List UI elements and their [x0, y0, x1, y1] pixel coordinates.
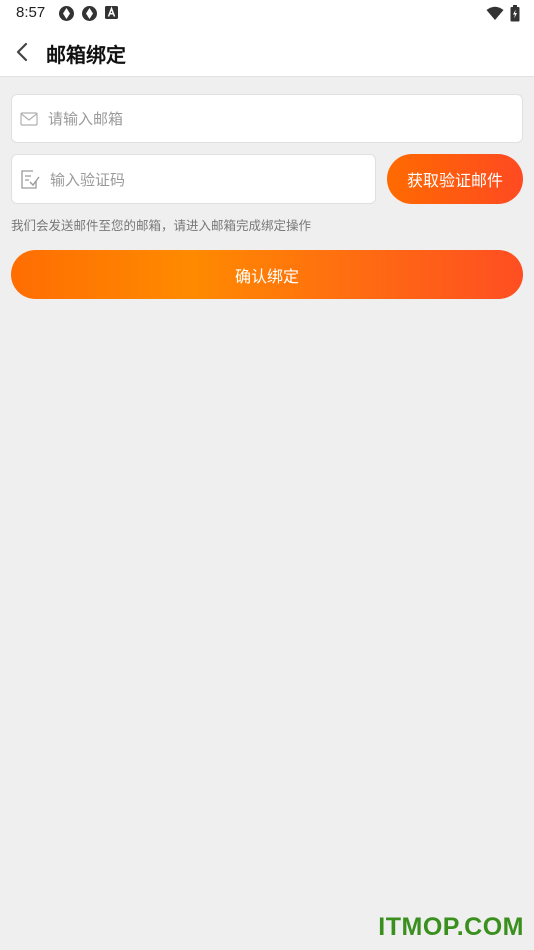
status-time: 8:57 [16, 4, 46, 21]
wifi-icon [486, 6, 504, 25]
hint-text: 我们会发送邮件至您的邮箱，请进入邮箱完成绑定操作 [11, 218, 312, 233]
verification-code-input[interactable] [50, 169, 360, 191]
mail-icon [20, 111, 38, 127]
get-verification-email-button[interactable]: 获取验证邮件 [387, 154, 523, 204]
app-icon [58, 5, 75, 22]
font-icon [104, 5, 121, 22]
email-field-container[interactable] [11, 94, 523, 143]
app-icon [81, 5, 98, 22]
edit-check-icon [19, 169, 40, 190]
status-system-icons [486, 5, 520, 26]
back-button[interactable] [10, 39, 36, 65]
confirm-bind-button[interactable]: 确认绑定 [11, 250, 523, 299]
code-field-container[interactable] [11, 154, 376, 204]
watermark-logo: ITMOP.COM [378, 913, 524, 941]
battery-icon [510, 5, 520, 26]
navigation-bar: 邮箱绑定 [0, 28, 534, 77]
status-notification-icons [58, 5, 121, 22]
email-input[interactable] [48, 108, 508, 130]
status-bar: 8:57 [0, 0, 534, 28]
chevron-left-icon [16, 42, 28, 62]
page-title: 邮箱绑定 [46, 43, 126, 67]
